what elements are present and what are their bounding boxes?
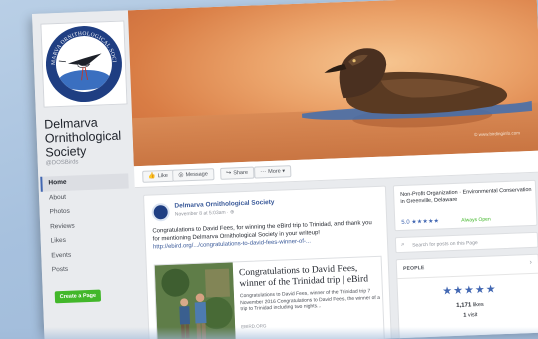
more-button[interactable]: ··· More ▾ xyxy=(254,165,292,179)
left-column: DELMARVA ORNITHOLOGICAL SOCIETY dosbirds… xyxy=(32,10,139,339)
post-author-avatar[interactable] xyxy=(151,202,171,222)
share-button-label: Share xyxy=(233,169,249,177)
message-button[interactable]: ◎ Message xyxy=(172,168,215,182)
post-date-text: November 8 at 5:03am · xyxy=(174,209,231,218)
post-author-name[interactable]: Delmarva Ornithological Society xyxy=(174,199,274,210)
visits-count-value: 1 xyxy=(463,312,467,319)
grebe-bird-image xyxy=(302,48,533,128)
likes-count-label: likes xyxy=(472,301,484,309)
cover-photo[interactable]: © www.birdinginfo.com xyxy=(127,0,538,167)
page-visits-count: 1 visit xyxy=(399,310,538,321)
people-card: PEOPLE › ★★★★★ 1,171 likes 1 visit xyxy=(395,253,538,339)
profile-picture[interactable]: DELMARVA ORNITHOLOGICAL SOCIETY dosbirds… xyxy=(40,20,128,108)
rating-value: 5.0 xyxy=(401,219,410,226)
society-logo: DELMARVA ORNITHOLOGICAL SOCIETY dosbirds… xyxy=(44,24,124,104)
shared-link-thumbnail xyxy=(154,262,236,339)
page-info-card: Non-Profit Organization · Environmental … xyxy=(392,179,538,232)
chevron-right-icon[interactable]: › xyxy=(529,259,532,266)
likes-count-value: 1,171 xyxy=(456,302,472,309)
people-rating-stars-icon: ★★★★★ xyxy=(442,283,497,298)
post-timestamp[interactable]: November 8 at 5:03am · ⊕ xyxy=(175,209,235,217)
people-heading: PEOPLE xyxy=(402,265,425,272)
page-username[interactable]: @DOSBirds xyxy=(46,159,79,166)
post-body-text: Congratulations to David Fees, for winni… xyxy=(152,220,372,243)
message-button-label: Message xyxy=(185,171,208,179)
create-page-button[interactable]: Create a Page xyxy=(54,289,102,304)
more-dots-icon: ··· xyxy=(260,169,267,176)
shared-link-card[interactable]: Congratulations to David Fees, winner of… xyxy=(153,255,385,339)
page-title: Delmarva Ornithological Society xyxy=(44,114,132,160)
page-nav: Home About Photos Reviews Likes Events P… xyxy=(40,173,132,278)
shared-link-title[interactable]: Congratulations to David Fees, winner of… xyxy=(239,263,380,290)
page-post-search[interactable]: ⌕ Search for posts on this Page xyxy=(394,231,538,254)
visits-count-label: visit xyxy=(467,312,478,319)
nav-item-posts[interactable]: Posts xyxy=(44,260,132,278)
page-rating[interactable]: 5.0 ★★★★★ xyxy=(401,218,439,226)
open-status: Always Open xyxy=(461,216,491,224)
rating-stars-icon: ★★★★★ xyxy=(411,218,440,226)
thumbs-up-icon: 👍 xyxy=(148,173,156,180)
post-body: Congratulations to David Fees, for winni… xyxy=(152,219,381,252)
shared-link-domain: EBIRD.ORG xyxy=(241,323,267,330)
globe-icon: ⊕ xyxy=(229,209,235,216)
like-button[interactable]: 👍 Like xyxy=(142,169,175,183)
share-icon: ↪ xyxy=(226,170,232,177)
messenger-icon: ◎ xyxy=(178,172,184,179)
more-button-label: More ▾ xyxy=(268,168,286,176)
like-button-label: Like xyxy=(157,172,169,180)
page-likes-count[interactable]: 1,171 likes xyxy=(398,300,538,311)
search-placeholder: Search for posts on this Page xyxy=(412,240,478,249)
facebook-page-screenshot: DELMARVA ORNITHOLOGICAL SOCIETY dosbirds… xyxy=(32,0,538,339)
page-title-line-3: Society xyxy=(45,144,87,160)
search-icon: ⌕ xyxy=(400,240,405,248)
divider xyxy=(397,272,538,280)
shared-link-description: Congratulations to David Fees, winner of… xyxy=(239,288,381,313)
timeline-post: Delmarva Ornithological Society November… xyxy=(143,185,392,339)
share-button[interactable]: ↪ Share xyxy=(220,166,255,180)
page-category: Non-Profit Organization · Environmental … xyxy=(400,187,532,206)
